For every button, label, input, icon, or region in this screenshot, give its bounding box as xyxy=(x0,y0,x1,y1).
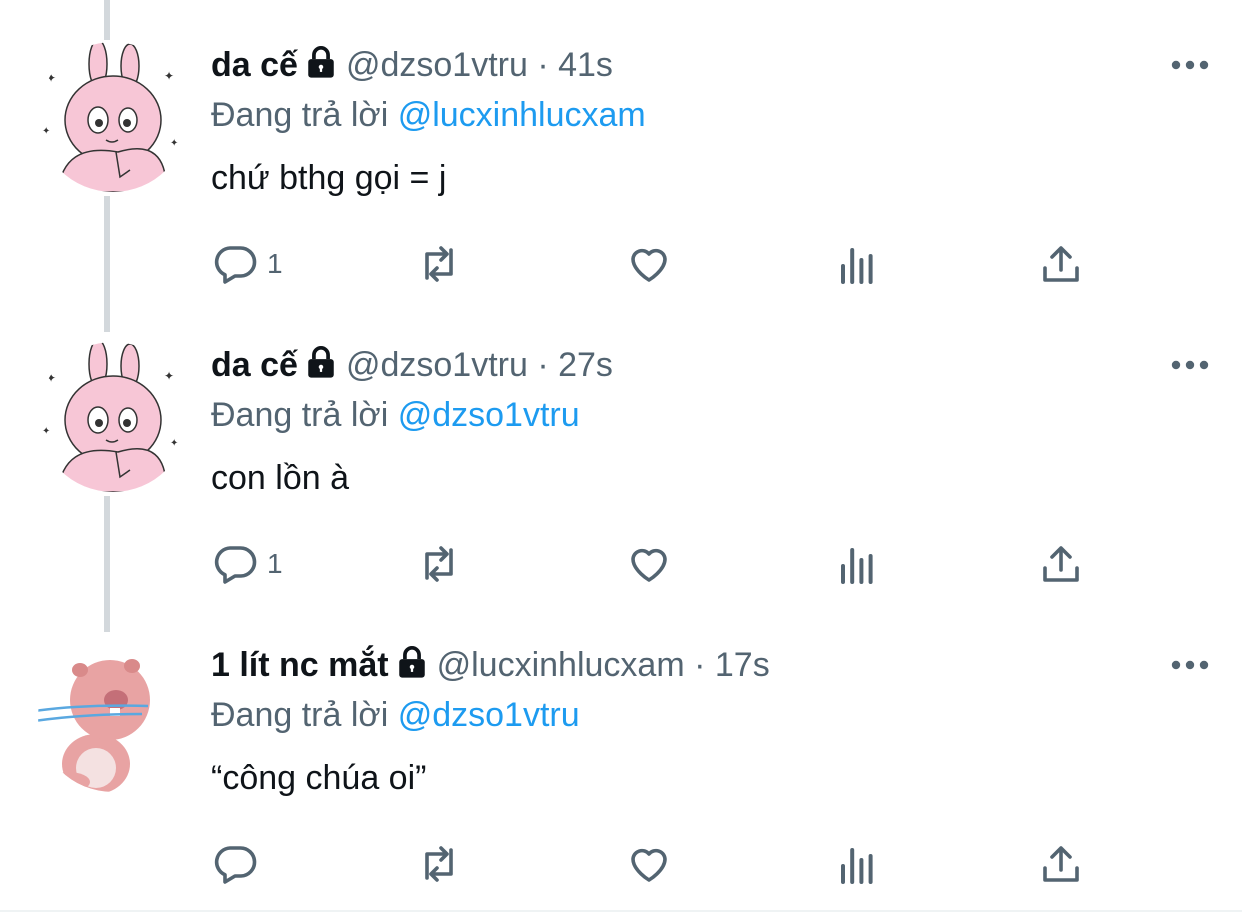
reply-count: 1 xyxy=(267,248,283,279)
lock-icon xyxy=(308,46,334,78)
replying-to-label: Đang trả lời xyxy=(211,696,398,734)
handle[interactable]: @dzso1vtru xyxy=(346,346,528,384)
svg-text:✦: ✦ xyxy=(46,71,56,85)
bunny-avatar[interactable]: ✦ ✦ ✦ ✦ xyxy=(38,42,188,192)
views-icon xyxy=(841,848,873,884)
reply-icon xyxy=(214,246,257,284)
like-button[interactable] xyxy=(625,536,673,592)
tweet[interactable]: 1 lít nc mắt @lucxinhlucxam · 17s Đang tr… xyxy=(0,600,1242,912)
views-button[interactable] xyxy=(833,836,881,892)
tweet-header: da cế @dzso1vtru · 27s xyxy=(211,342,613,388)
svg-text:✦: ✦ xyxy=(164,69,174,83)
display-name[interactable]: da cế xyxy=(211,346,298,384)
views-icon xyxy=(841,548,873,584)
tweet-header: 1 lít nc mắt @lucxinhlucxam · 17s xyxy=(211,642,770,688)
replying-to: Đang trả lời @dzso1vtru xyxy=(211,392,580,438)
replying-to-link[interactable]: @dzso1vtru xyxy=(398,696,580,734)
reply-count: 1 xyxy=(267,548,283,579)
tweet[interactable]: ✦ ✦ ✦ ✦ da cế @dzso1vtru · 41s Đang trả l… xyxy=(0,0,1242,300)
display-name[interactable]: 1 lít nc mắt xyxy=(211,646,389,684)
tweet-header: da cế @dzso1vtru · 41s xyxy=(211,42,613,88)
more-icon[interactable] xyxy=(1170,58,1210,72)
replying-to-link[interactable]: @dzso1vtru xyxy=(398,396,580,434)
svg-text:✦: ✦ xyxy=(170,438,178,449)
display-name[interactable]: da cế xyxy=(211,46,298,84)
retweet-icon xyxy=(425,846,453,882)
tweet-text: “công chúa oi” xyxy=(211,759,427,797)
timestamp[interactable]: · 41s xyxy=(537,46,613,84)
timestamp[interactable]: · 17s xyxy=(694,646,770,684)
like-button[interactable] xyxy=(625,236,673,292)
share-button[interactable] xyxy=(1037,536,1085,592)
share-icon xyxy=(1043,246,1079,282)
replying-to: Đang trả lời @lucxinhlucxam xyxy=(211,92,646,138)
like-icon xyxy=(631,548,667,582)
more-icon[interactable] xyxy=(1170,658,1210,672)
replying-to-link[interactable]: @lucxinhlucxam xyxy=(398,96,646,134)
views-button[interactable] xyxy=(833,236,881,292)
reply-icon xyxy=(214,546,257,584)
retweet-icon xyxy=(425,246,453,282)
svg-text:✦: ✦ xyxy=(164,369,174,383)
share-button[interactable] xyxy=(1037,836,1085,892)
reply-button[interactable]: 1 xyxy=(211,236,283,292)
tweet-text: chứ bthg gọi = j xyxy=(211,159,447,197)
tweet[interactable]: ✦ ✦ ✦ ✦ da cế @dzso1vtru · 27s Đang trả l… xyxy=(0,300,1242,600)
share-button[interactable] xyxy=(1037,236,1085,292)
svg-text:✦: ✦ xyxy=(42,426,50,437)
retweet-icon xyxy=(425,546,453,582)
more-icon[interactable] xyxy=(1170,358,1210,372)
replying-to-label: Đang trả lời xyxy=(211,96,398,134)
tweet-text: con lồn à xyxy=(211,459,349,497)
beaver-avatar[interactable] xyxy=(38,642,188,792)
bunny-avatar[interactable]: ✦ ✦ ✦ ✦ xyxy=(38,342,188,492)
svg-text:✦: ✦ xyxy=(42,126,50,137)
replying-to-label: Đang trả lời xyxy=(211,396,398,434)
reply-button[interactable]: 1 xyxy=(211,536,283,592)
share-icon xyxy=(1043,846,1079,882)
retweet-button[interactable] xyxy=(415,836,463,892)
like-icon xyxy=(631,248,667,282)
reply-icon xyxy=(214,846,257,884)
timestamp[interactable]: · 27s xyxy=(537,346,613,384)
retweet-button[interactable] xyxy=(415,236,463,292)
handle[interactable]: @lucxinhlucxam xyxy=(437,646,685,684)
retweet-button[interactable] xyxy=(415,536,463,592)
handle[interactable]: @dzso1vtru xyxy=(346,46,528,84)
svg-text:✦: ✦ xyxy=(46,371,56,385)
lock-icon xyxy=(308,346,334,378)
lock-icon xyxy=(398,646,425,678)
views-button[interactable] xyxy=(833,536,881,592)
like-button[interactable] xyxy=(625,836,673,892)
reply-button[interactable] xyxy=(211,836,267,892)
replying-to: Đang trả lời @dzso1vtru xyxy=(211,692,580,738)
views-icon xyxy=(841,248,873,284)
share-icon xyxy=(1043,546,1079,582)
like-icon xyxy=(631,848,667,882)
svg-text:✦: ✦ xyxy=(170,138,178,149)
